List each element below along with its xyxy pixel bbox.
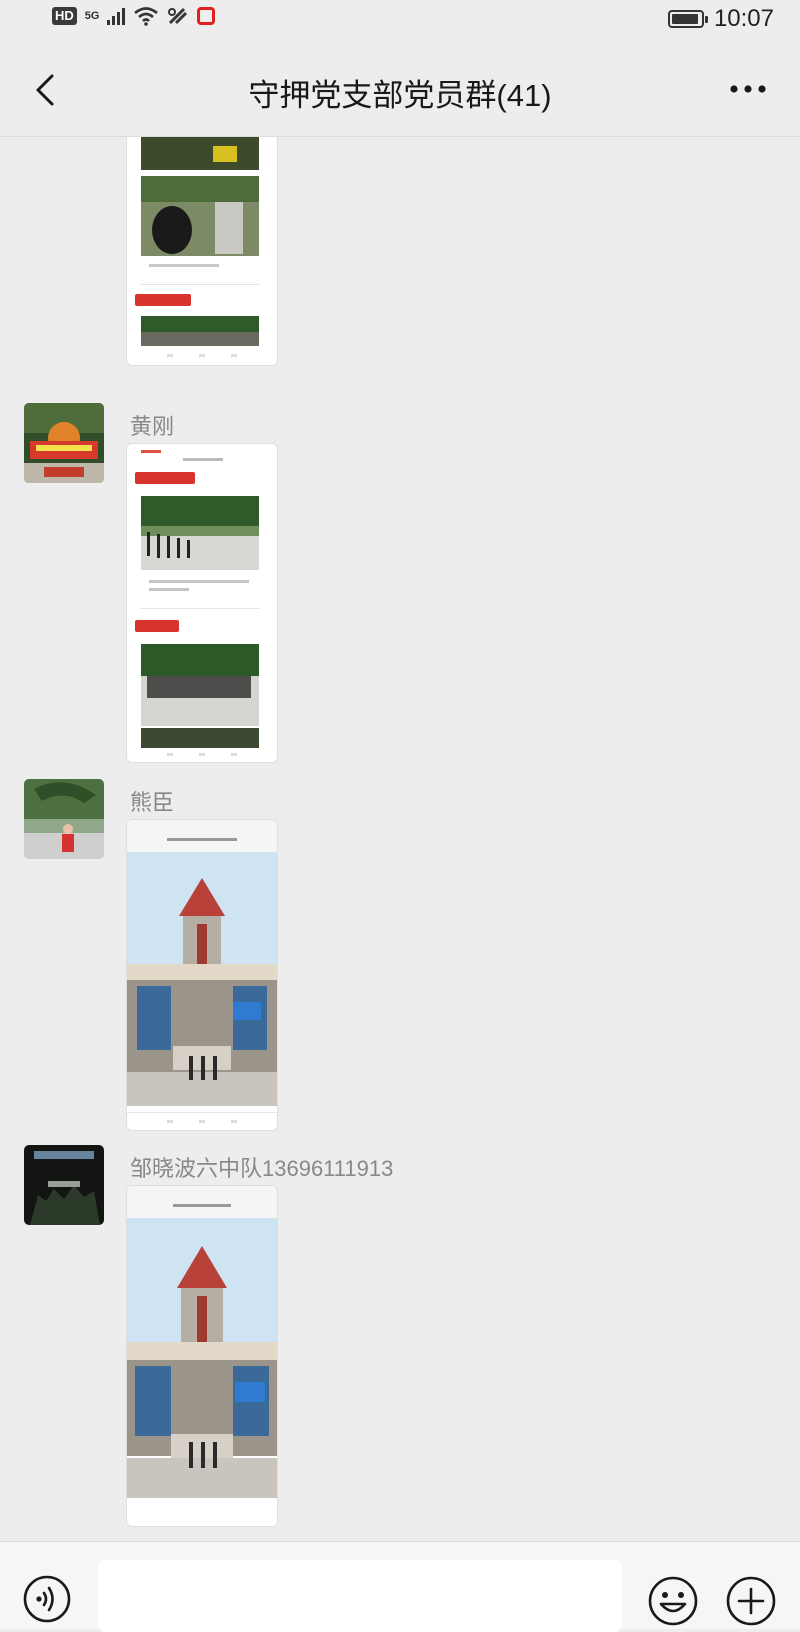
message-item-partial <box>0 137 800 367</box>
message-list[interactable]: 黄刚 熊臣 邹晓波六中队13696111913 <box>0 137 800 1541</box>
network-type: 5G <box>84 9 100 22</box>
data-saver-icon <box>168 7 188 25</box>
voice-icon[interactable] <box>22 1574 72 1624</box>
sender-name: 熊臣 <box>130 790 175 815</box>
chat-header: 守押党支部党员群(41) <box>0 44 800 137</box>
avatar[interactable] <box>24 779 104 859</box>
shared-image[interactable] <box>126 1185 278 1527</box>
status-right: 10:07 <box>667 5 774 33</box>
message-item: 邹晓波六中队13696111913 <box>0 1145 800 1527</box>
shared-image-thumbnail <box>127 820 277 1130</box>
shared-image-thumbnail <box>127 444 277 762</box>
status-left: HD 5G <box>52 6 216 26</box>
sender-name: 黄刚 <box>130 414 175 439</box>
avatar[interactable] <box>24 1145 104 1225</box>
wifi-icon <box>134 7 159 26</box>
message-item: 熊臣 <box>0 779 800 1149</box>
battery-icon <box>667 10 708 28</box>
shared-image-thumbnail <box>127 137 277 365</box>
shared-image-partial[interactable] <box>126 137 278 366</box>
message-item: 黄刚 <box>0 403 800 763</box>
shared-image[interactable] <box>126 819 278 1131</box>
message-input[interactable] <box>98 1560 622 1632</box>
more-icon[interactable] <box>726 74 770 104</box>
shared-image-thumbnail <box>127 1186 277 1526</box>
plus-icon[interactable] <box>724 1574 778 1628</box>
hd-badge: HD <box>52 7 77 25</box>
sender-name: 邹晓波六中队13696111913 <box>130 1156 394 1181</box>
notification-app-icon <box>197 7 216 25</box>
avatar[interactable] <box>24 403 104 483</box>
input-bar <box>0 1541 800 1632</box>
status-time: 10:07 <box>713 5 774 32</box>
chat-title: 守押党支部党员群(41) <box>248 78 552 113</box>
emoji-icon[interactable] <box>646 1574 700 1628</box>
shared-image[interactable] <box>126 443 278 763</box>
signal-icon <box>107 7 126 25</box>
status-bar: HD 5G 10:07 <box>0 0 800 44</box>
